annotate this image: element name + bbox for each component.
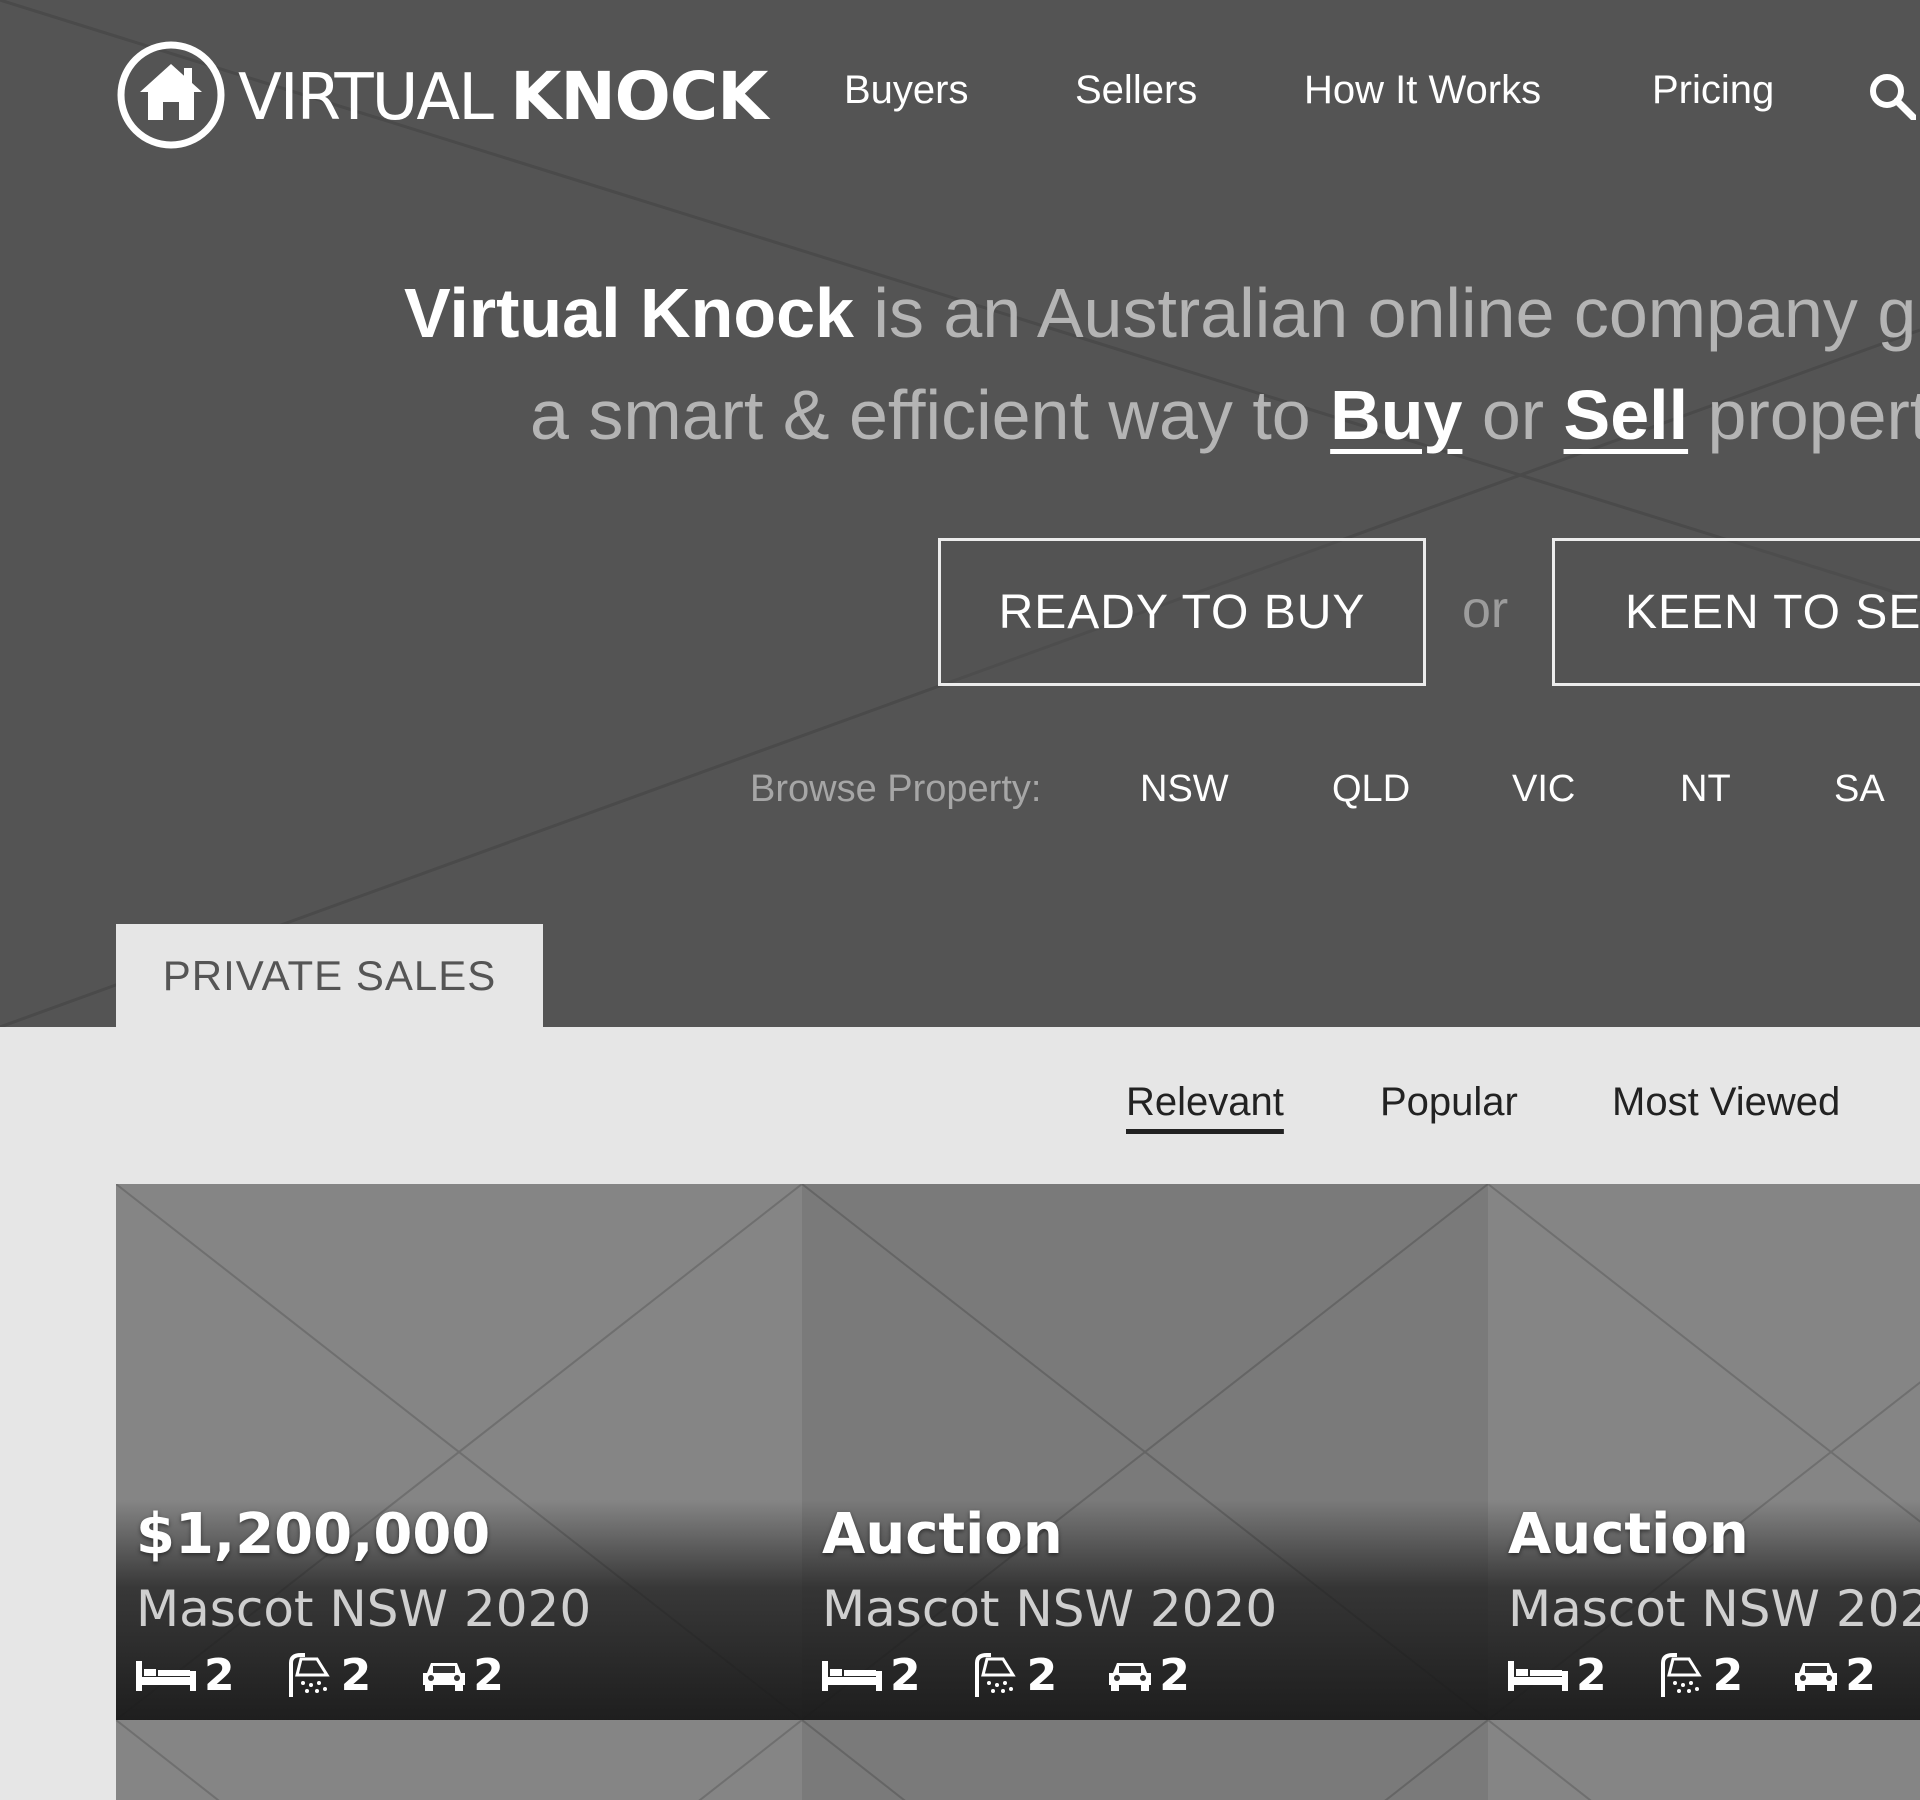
search-icon[interactable] [1868,72,1916,120]
browse-property-label: Browse Property: [750,768,1042,810]
listing-location: Mascot NSW 2020 [822,1580,1278,1638]
sort-relevant[interactable]: Relevant [1126,1080,1284,1125]
listing-location: Mascot NSW 2020 [1508,1580,1920,1638]
listing-price: Auction [822,1502,1063,1567]
listing-price: Auction [1508,1502,1749,1567]
buy-link[interactable]: Buy [1330,376,1462,454]
feature-cars: 2 [1109,1650,1190,1701]
state-link-qld[interactable]: QLD [1332,768,1410,811]
listing-card[interactable]: Auction Mascot NSW 2020 2 2 2 [802,1184,1488,1720]
tagline-or: or [1462,376,1564,454]
feature-beds: 2 [822,1650,921,1701]
ready-to-buy-button[interactable]: READY TO BUY [938,538,1426,686]
nav-pricing[interactable]: Pricing [1652,68,1774,113]
keen-to-sell-button[interactable]: KEEN TO SE [1552,538,1920,686]
logo-wordmark: VIRTUAL KNOCK [238,60,768,131]
state-link-nsw[interactable]: NSW [1140,768,1229,811]
state-link-vic[interactable]: VIC [1512,768,1575,811]
page: VIRTUAL KNOCK Buyers Sellers How It Work… [0,0,1920,1800]
tagline-line-1: Virtual Knock is an Australian online co… [404,278,1920,348]
tagline-line2-pre: a smart & efficient way to [530,376,1331,454]
tagline-line-2: a smart & efficient way to Buy or Sell p… [530,380,1920,450]
feature-beds: 2 [1508,1650,1607,1701]
state-link-sa[interactable]: SA [1834,768,1885,811]
bed-icon [822,1661,882,1691]
listing-card-partial[interactable] [116,1720,802,1800]
hero-placeholder-lines [0,0,1920,1027]
listing-features: 2 2 2 [1508,1649,1920,1701]
listing-features: 2 2 2 [822,1649,1242,1701]
feature-baths: 2 [973,1649,1058,1701]
shower-icon [1660,1653,1702,1697]
logo-text-knock: KNOCK [510,58,768,135]
logo[interactable]: VIRTUAL KNOCK [116,38,768,152]
sort-popular[interactable]: Popular [1380,1080,1518,1125]
shower-icon [974,1653,1016,1697]
nav-how-it-works[interactable]: How It Works [1304,68,1541,113]
car-icon [1109,1663,1152,1691]
baths-count: 2 [1712,1649,1744,1701]
listing-features: 2 2 2 [136,1649,556,1701]
baths-count: 2 [1026,1649,1058,1701]
sort-most-viewed[interactable]: Most Viewed [1612,1080,1840,1125]
feature-baths: 2 [287,1649,372,1701]
listing-card[interactable]: $1,200,000 Mascot NSW 2020 2 2 2 [116,1184,802,1720]
baths-count: 2 [340,1649,372,1701]
beds-count: 2 [204,1649,235,1701]
feature-beds: 2 [136,1650,235,1701]
feature-cars: 2 [423,1650,504,1701]
tagline-line2-post: property [1707,376,1920,454]
bed-icon [136,1661,196,1691]
nav-buyers[interactable]: Buyers [844,68,969,113]
cta-or-text: or [1462,581,1509,639]
cars-count: 2 [1845,1649,1876,1701]
state-link-nt[interactable]: NT [1680,768,1731,811]
listing-price: $1,200,000 [136,1502,491,1567]
car-icon [1795,1663,1838,1691]
sell-link[interactable]: Sell [1564,376,1689,454]
tab-private-sales[interactable]: PRIVATE SALES [116,924,543,1027]
beds-count: 2 [1576,1649,1607,1701]
listings-grid: $1,200,000 Mascot NSW 2020 2 2 2 Auction… [116,1184,1920,1800]
listing-card-partial[interactable] [802,1720,1488,1800]
feature-cars: 2 [1795,1650,1876,1701]
bed-icon [1508,1661,1568,1691]
listing-card-partial[interactable] [1488,1720,1920,1800]
listing-location: Mascot NSW 2020 [136,1580,592,1638]
tagline-brand: Virtual Knock [404,274,854,352]
hero-section: VIRTUAL KNOCK Buyers Sellers How It Work… [0,0,1920,1027]
listing-card[interactable]: Auction Mascot NSW 2020 2 2 2 [1488,1184,1920,1720]
feature-baths: 2 [1659,1649,1744,1701]
shower-icon [288,1653,330,1697]
tagline-line1-text: is an Australian online company gi [853,274,1920,352]
nav-sellers[interactable]: Sellers [1075,68,1197,113]
cars-count: 2 [473,1649,504,1701]
logo-text-virtual: VIRTUAL [238,61,494,135]
beds-count: 2 [890,1649,921,1701]
home-icon [117,41,225,149]
cars-count: 2 [1159,1649,1190,1701]
car-icon [423,1663,466,1691]
